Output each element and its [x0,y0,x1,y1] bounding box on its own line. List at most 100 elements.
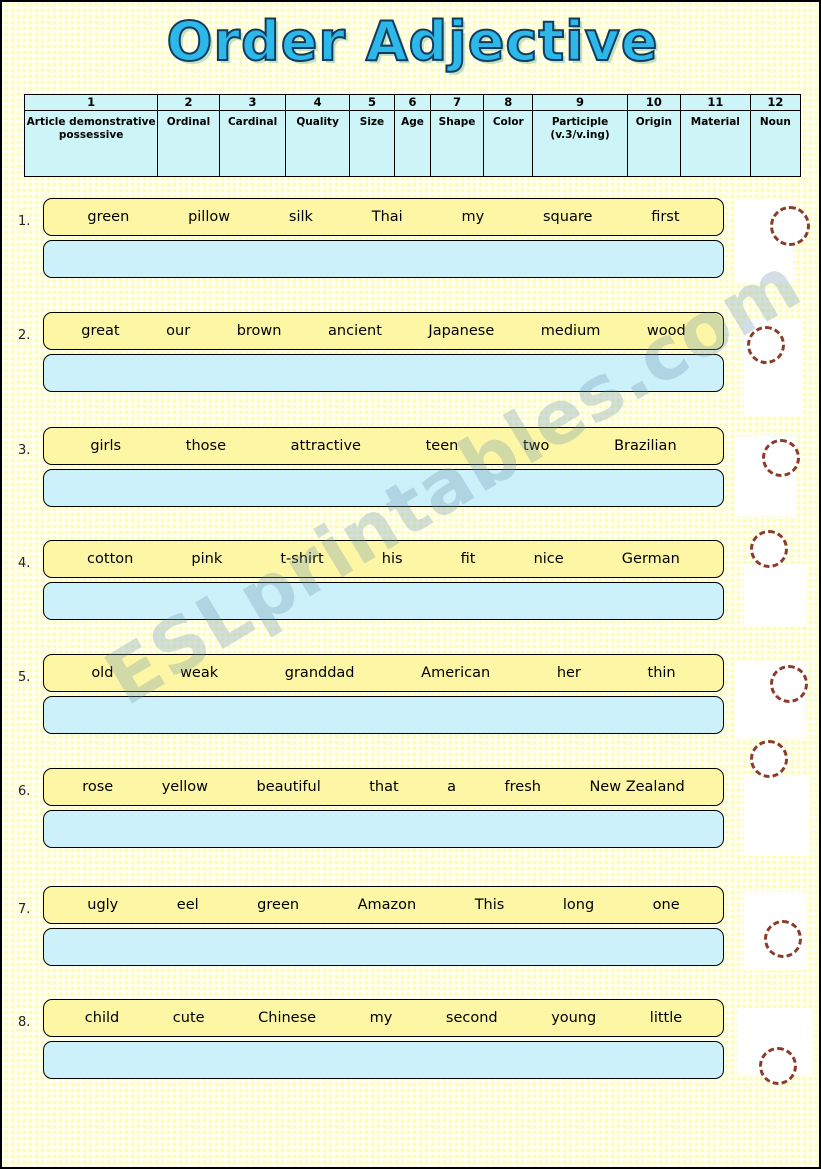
word-token: ugly [87,897,119,913]
page-title-container: Order Adjective [2,8,819,76]
answer-input-box[interactable] [43,1041,724,1079]
exercise-number: 5. [18,670,31,685]
legend-number-row: 1 2 3 4 5 6 7 8 9 10 11 12 [23,94,802,111]
legend-label-cardinal: Cardinal [218,110,287,177]
word-token: those [185,438,226,454]
answer-circle-placeholder[interactable] [747,326,785,364]
answer-input-box[interactable] [43,354,724,392]
word-token: Amazon [357,897,417,913]
word-token: German [621,551,680,567]
answer-input-box[interactable] [43,810,724,848]
exercise-number: 1. [18,214,31,229]
word-token: pink [191,551,223,567]
picture-green-silk-pillow [744,564,806,626]
word-bank-box: cotton pink t-shirt his fit nice German [43,540,724,578]
answer-input-box[interactable] [43,928,724,966]
answer-circle-placeholder[interactable] [770,206,810,246]
legend-label-size: Size [348,110,396,177]
adjective-order-legend-table: 1 2 3 4 5 6 7 8 9 10 11 12 Article demon… [23,94,802,177]
word-token: American [421,665,491,681]
word-token: child [84,1010,120,1026]
worksheet-page: Order Adjective 1 2 3 4 5 6 7 8 9 10 11 … [0,0,821,1169]
answer-input-box[interactable] [43,696,724,734]
word-token: square [543,209,593,225]
word-token: New Zealand [589,779,685,795]
word-token: cute [172,1010,205,1026]
word-token: medium [540,323,601,339]
word-bank-box: green pillow silk Thai my square first [43,198,724,236]
word-token: a [447,779,457,795]
answer-circle-placeholder[interactable] [759,1047,797,1085]
answer-input-box[interactable] [43,469,724,507]
answer-circle-placeholder[interactable] [764,920,802,958]
answer-circle-placeholder[interactable] [750,740,788,778]
word-bank-box: old weak granddad American her thin [43,654,724,692]
word-token: Chinese [258,1010,317,1026]
exercise-number: 4. [18,556,31,571]
word-token: second [445,1010,498,1026]
word-token: eel [176,897,199,913]
word-token: brown [236,323,282,339]
word-token: my [369,1010,393,1026]
word-token: two [522,438,550,454]
legend-number-8: 8 [483,94,534,111]
word-token: one [652,897,680,913]
word-token: silk [288,209,313,225]
word-token: nice [533,551,564,567]
word-bank-box: ugly eel green Amazon This long one [43,886,724,924]
word-bank-box: rose yellow beautiful that a fresh New Zealand [43,768,724,806]
answer-input-box[interactable] [43,240,724,278]
word-token: Japanese [428,323,495,339]
word-token: Thai [371,209,403,225]
word-token: his [381,551,403,567]
word-token: granddad [284,665,355,681]
word-token: fit [460,551,476,567]
exercise-number: 3. [18,443,31,458]
word-token: thin [647,665,676,681]
word-token: pillow [188,209,231,225]
word-token: ancient [328,323,382,339]
word-token: teen [425,438,459,454]
word-token: my [461,209,485,225]
word-token: green [257,897,300,913]
word-bank-box: child cute Chinese my second young little [43,999,724,1037]
word-token: first [651,209,680,225]
word-token: long [562,897,595,913]
word-token: cotton [87,551,134,567]
word-token: little [649,1010,683,1026]
word-bank-box: girls those attractive teen two Brazilian [43,427,724,465]
word-token: This [474,897,505,913]
legend-number-2: 2 [157,94,220,111]
word-token: our [166,323,191,339]
exercise-number: 8. [18,1015,31,1030]
word-token: attractive [290,438,361,454]
legend-label-color: Color [483,110,534,177]
picture-pink-tshirt [744,776,810,856]
legend-number-12: 12 [749,94,802,111]
legend-label-origin: Origin [626,110,681,177]
legend-label-quality: Quality [285,110,350,177]
legend-label-shape: Shape [429,110,485,177]
legend-number-6: 6 [394,94,431,111]
word-token: green [87,209,130,225]
legend-number-1: 1 [23,94,159,111]
legend-number-11: 11 [679,94,751,111]
legend-number-7: 7 [429,94,485,111]
word-token: young [551,1010,597,1026]
word-token: beautiful [256,779,321,795]
word-token: old [91,665,114,681]
legend-number-4: 4 [285,94,350,111]
word-token: wood [646,323,686,339]
word-token: Brazilian [614,438,677,454]
answer-input-box[interactable] [43,582,724,620]
word-token: t-shirt [280,551,324,567]
word-token: fresh [504,779,541,795]
exercise-number: 6. [18,784,31,799]
answer-circle-placeholder[interactable] [762,439,800,477]
answer-circle-placeholder[interactable] [750,530,788,568]
answer-circle-placeholder[interactable] [770,665,808,703]
word-token: great [81,323,120,339]
word-token: girls [90,438,122,454]
legend-label-material: Material [679,110,751,177]
word-token: rose [82,779,114,795]
